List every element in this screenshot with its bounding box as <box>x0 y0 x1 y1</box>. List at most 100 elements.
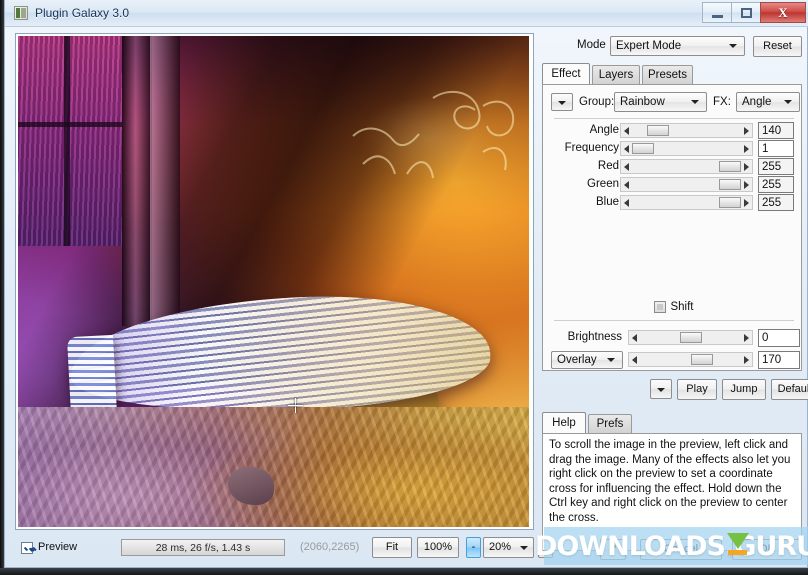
reset-button[interactable]: Reset <box>753 36 802 57</box>
window-controls: X <box>702 2 806 23</box>
title-bar[interactable]: Plugin Galaxy 3.0 X <box>5 0 808 27</box>
arrow-right-icon[interactable] <box>744 334 749 342</box>
fit-button[interactable]: Fit <box>372 537 412 558</box>
tab-presets[interactable]: Presets <box>642 65 693 84</box>
value-green[interactable]: 255 <box>758 176 794 193</box>
preview-panel[interactable] <box>15 33 534 530</box>
arrow-right-icon[interactable] <box>744 127 749 135</box>
arrow-left-icon[interactable] <box>632 334 637 342</box>
slider-thumb[interactable] <box>691 354 713 365</box>
default-button[interactable]: Default <box>771 379 808 400</box>
image-preview-canvas[interactable] <box>18 36 529 527</box>
slider-label-frequency: Frequency <box>565 142 619 154</box>
arrow-left-icon[interactable] <box>624 181 629 189</box>
chevron-down-icon <box>558 101 566 105</box>
slider-thumb[interactable] <box>632 143 654 154</box>
effect-tabstrip: Effect Layers Presets <box>542 63 802 84</box>
cancel-button[interactable]: Cancel <box>640 539 722 560</box>
chevron-down-icon <box>607 358 615 362</box>
zoom-level-select[interactable]: 20% <box>483 537 534 558</box>
preview-checkbox-icon[interactable] <box>21 542 33 554</box>
slider-label-blue: Blue <box>596 196 619 208</box>
group-select[interactable]: Rainbow <box>614 92 707 112</box>
dialog-buttons: ? Cancel OK <box>540 538 802 562</box>
arrow-right-icon[interactable] <box>744 199 749 207</box>
tab-layers[interactable]: Layers <box>592 65 640 84</box>
blend-mode-select[interactable]: Overlay <box>551 351 623 369</box>
shift-checkbox-icon[interactable] <box>654 301 666 313</box>
help-button[interactable]: ? <box>600 539 626 560</box>
tab-help[interactable]: Help <box>542 412 586 433</box>
arrow-left-icon[interactable] <box>624 163 629 171</box>
coordinates-readout: (2060,2265) <box>300 540 359 555</box>
tab-effect[interactable]: Effect <box>542 63 590 84</box>
slider-label-red: Red <box>598 160 619 172</box>
slider-thumb[interactable] <box>719 179 741 190</box>
minimize-icon <box>712 15 723 18</box>
ok-button[interactable]: OK <box>732 539 802 560</box>
value-blue[interactable]: 255 <box>758 194 794 211</box>
arrow-right-icon[interactable] <box>744 145 749 153</box>
minimize-button[interactable] <box>702 2 731 23</box>
group-dropdown-button[interactable] <box>551 93 573 111</box>
preview-graffiti <box>333 78 523 198</box>
blend-row: Overlay 170 <box>546 350 802 370</box>
slider-blue[interactable] <box>620 195 753 210</box>
slider-green[interactable] <box>620 177 753 192</box>
action-dropdown-button[interactable] <box>650 379 672 399</box>
slider-brightness[interactable] <box>628 330 753 345</box>
slider-frequency[interactable] <box>620 141 753 156</box>
screen: Plugin Galaxy 3.0 X <box>0 0 808 575</box>
plugin-galaxy-window: Plugin Galaxy 3.0 X <box>4 0 808 568</box>
value-brightness[interactable]: 0 <box>758 329 800 347</box>
tab-prefs[interactable]: Prefs <box>588 414 632 433</box>
slider-thumb[interactable] <box>680 332 702 343</box>
maximize-icon <box>741 8 752 18</box>
preview-rubble-texture <box>18 407 529 527</box>
play-button[interactable]: Play <box>677 379 717 400</box>
mode-label: Mode <box>577 39 606 51</box>
slider-row-frequency: Frequency 1 <box>546 140 802 157</box>
close-button[interactable]: X <box>760 2 806 23</box>
slider-blend[interactable] <box>628 352 753 367</box>
zoom-out-button[interactable]: - <box>466 537 481 558</box>
value-blend[interactable]: 170 <box>758 351 800 369</box>
arrow-right-icon[interactable] <box>744 356 749 364</box>
chevron-down-icon <box>520 546 528 550</box>
arrow-right-icon[interactable] <box>744 181 749 189</box>
mode-select-value: Expert Mode <box>616 40 681 52</box>
preview-toggle[interactable]: Preview <box>21 540 77 555</box>
slider-thumb[interactable] <box>647 125 669 136</box>
value-frequency[interactable]: 1 <box>758 140 794 157</box>
window-title: Plugin Galaxy 3.0 <box>35 5 129 21</box>
slider-row-red: Red 255 <box>546 158 802 175</box>
help-tabstrip: Help Prefs <box>542 412 802 433</box>
arrow-right-icon[interactable] <box>744 163 749 171</box>
slider-angle[interactable] <box>620 123 753 138</box>
maximize-button[interactable] <box>731 2 760 23</box>
arrow-left-icon[interactable] <box>632 356 637 364</box>
close-icon: X <box>761 3 805 24</box>
chevron-down-icon <box>784 100 792 104</box>
chevron-down-icon <box>729 44 737 48</box>
parameter-sliders: Angle 140 Frequency <box>546 122 802 212</box>
value-angle[interactable]: 140 <box>758 122 794 139</box>
slider-thumb[interactable] <box>719 197 741 208</box>
arrow-left-icon[interactable] <box>624 145 629 153</box>
mode-select[interactable]: Expert Mode <box>610 36 745 56</box>
slider-row-green: Green 255 <box>546 176 802 193</box>
chevron-down-icon <box>691 100 699 104</box>
slider-thumb[interactable] <box>719 161 741 172</box>
zoom-level-value: 20% <box>489 541 511 553</box>
arrow-left-icon[interactable] <box>624 199 629 207</box>
slider-red[interactable] <box>620 159 753 174</box>
fx-select[interactable]: Angle <box>736 92 800 112</box>
value-red[interactable]: 255 <box>758 158 794 175</box>
shift-toggle[interactable]: Shift <box>546 301 802 313</box>
arrow-left-icon[interactable] <box>624 127 629 135</box>
divider-top <box>554 118 794 119</box>
slider-row-angle: Angle 140 <box>546 122 802 139</box>
brightness-controls: Brightness 0 Overlay <box>546 328 802 372</box>
jump-button[interactable]: Jump <box>722 379 766 400</box>
zoom-100-button[interactable]: 100% <box>417 537 459 558</box>
